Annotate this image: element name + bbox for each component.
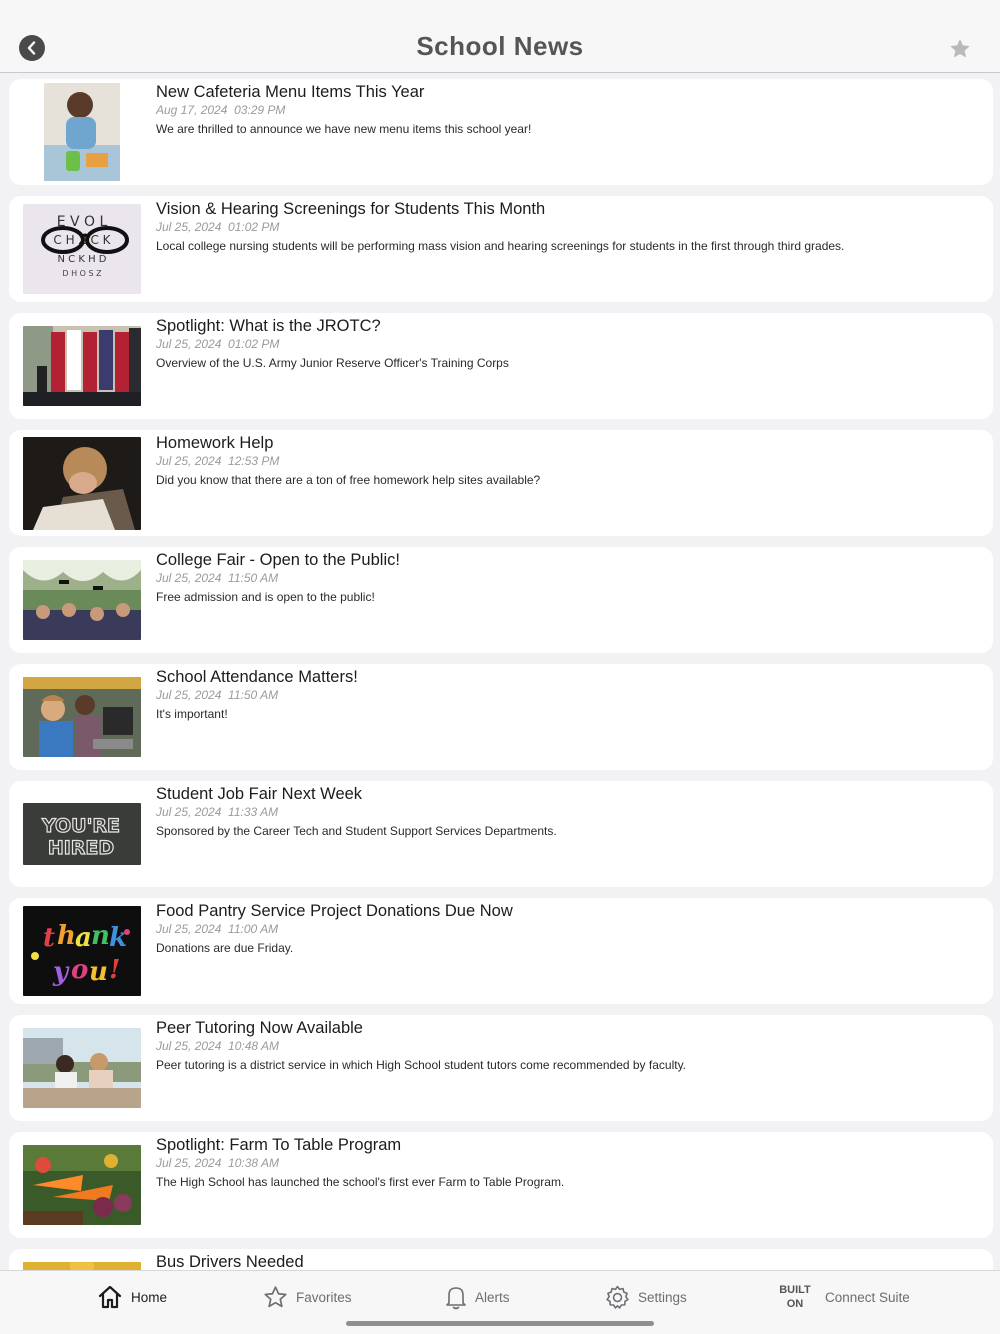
svg-text:y: y	[52, 957, 70, 987]
news-title: School Attendance Matters!	[156, 668, 358, 686]
svg-text:a: a	[75, 923, 92, 953]
page-title: School News	[416, 31, 584, 61]
eye-chart-photo: E V O L C H Z C K N C K H D D H O S Z	[23, 204, 141, 294]
news-item[interactable]: YOU'RE HIRED Student Job Fair Next Week …	[9, 781, 993, 887]
news-description: Donations are due Friday.	[156, 941, 294, 955]
svg-text:h: h	[57, 921, 76, 951]
svg-text:t: t	[43, 923, 55, 953]
news-title: College Fair - Open to the Public!	[156, 551, 400, 569]
news-item[interactable]: Spotlight: What is the JROTC? Jul 25, 20…	[9, 313, 993, 419]
news-description: Sponsored by the Career Tech and Student…	[156, 824, 557, 838]
news-date: Jul 25, 2024 01:02 PM	[156, 220, 280, 234]
news-date: Jul 25, 2024 11:33 AM	[156, 805, 279, 819]
cafeteria-photo	[44, 83, 120, 181]
nav-header: School News	[0, 0, 1000, 73]
tab-settings-label: Settings	[638, 1289, 687, 1305]
news-title: Homework Help	[156, 434, 274, 452]
news-title: Student Job Fair Next Week	[156, 785, 363, 803]
news-item[interactable]: College Fair - Open to the Public! Jul 2…	[9, 547, 993, 653]
tutoring-photo	[23, 1028, 141, 1108]
tab-settings[interactable]: Settings	[605, 1283, 687, 1311]
gear-icon	[606, 1285, 629, 1309]
svg-text:u: u	[89, 957, 108, 987]
svg-text:D H O S Z: D H O S Z	[62, 269, 102, 278]
news-description: Local college nursing students will be p…	[156, 239, 845, 253]
svg-text:n: n	[91, 921, 110, 951]
built-on-label: BUILT ON	[779, 1284, 811, 1310]
news-date: Aug 17, 2024 03:29 PM	[156, 103, 286, 117]
news-date: Jul 25, 2024 10:48 AM	[156, 1039, 279, 1053]
news-item[interactable]: New Cafeteria Menu Items This Year Aug 1…	[9, 79, 993, 185]
news-item[interactable]: t h a n k y o u ! Food Pantry Service Pr…	[9, 898, 993, 1004]
news-item[interactable]: E V O L C H Z C K N C K H D D H O S Z Vi…	[9, 196, 993, 302]
news-item[interactable]: Bus Drivers Needed	[9, 1249, 993, 1270]
news-description: The High School has launched the school'…	[156, 1175, 565, 1189]
tab-home-label: Home	[131, 1289, 168, 1305]
svg-text:o: o	[71, 955, 88, 985]
star-outline-icon	[264, 1285, 287, 1307]
home-indicator	[346, 1321, 654, 1326]
tab-favorites[interactable]: Favorites	[263, 1283, 352, 1311]
news-title: New Cafeteria Menu Items This Year	[156, 83, 425, 101]
news-title: Food Pantry Service Project Donations Du…	[156, 902, 513, 920]
tab-home[interactable]: Home	[97, 1283, 167, 1311]
star-icon	[950, 39, 970, 58]
svg-text:N C K H D: N C K H D	[58, 254, 107, 265]
news-description: It's important!	[156, 707, 228, 721]
tab-favorites-label: Favorites	[296, 1289, 352, 1305]
tab-connect-suite-label: Connect Suite	[825, 1289, 910, 1305]
tab-connect-suite[interactable]: BUILT ON Connect Suite	[779, 1283, 910, 1311]
vegetables-photo	[23, 1145, 141, 1225]
classroom-photo	[23, 677, 141, 757]
news-date: Jul 25, 2024 01:02 PM	[156, 337, 280, 351]
graduation-photo	[23, 560, 141, 640]
tab-alerts[interactable]: Alerts	[445, 1283, 510, 1311]
bell-icon	[446, 1286, 466, 1309]
news-description: Free admission and is open to the public…	[156, 590, 375, 604]
home-icon	[98, 1285, 122, 1309]
news-item[interactable]: Homework Help Jul 25, 2024 12:53 PM Did …	[9, 430, 993, 536]
svg-text:k: k	[109, 923, 127, 953]
news-title: Bus Drivers Needed	[156, 1253, 304, 1270]
news-description: Overview of the U.S. Army Junior Reserve…	[156, 356, 509, 370]
news-title: Spotlight: What is the JROTC?	[156, 317, 381, 335]
news-date: Jul 25, 2024 11:50 AM	[156, 571, 279, 585]
chalkboard-photo: YOU'RE HIRED	[23, 803, 141, 865]
news-description: Peer tutoring is a district service in w…	[156, 1058, 687, 1072]
news-date: Jul 25, 2024 11:50 AM	[156, 688, 279, 702]
news-title: Spotlight: Farm To Table Program	[156, 1136, 402, 1154]
news-item[interactable]: Peer Tutoring Now Available Jul 25, 2024…	[9, 1015, 993, 1121]
news-description: Did you know that there are a ton of fre…	[156, 473, 541, 487]
news-list[interactable]: New Cafeteria Menu Items This Year Aug 1…	[9, 79, 993, 1270]
news-date: Jul 25, 2024 10:38 AM	[156, 1156, 279, 1170]
flags-photo	[23, 326, 141, 406]
thank-you-photo: t h a n k y o u !	[23, 906, 141, 996]
news-item[interactable]: School Attendance Matters! Jul 25, 2024 …	[9, 664, 993, 770]
homework-photo	[23, 437, 141, 530]
news-title: Peer Tutoring Now Available	[156, 1019, 363, 1037]
news-item[interactable]: Spotlight: Farm To Table Program Jul 25,…	[9, 1132, 993, 1238]
news-description: We are thrilled to announce we have new …	[156, 122, 532, 136]
chalk-text-line2: HIRED	[48, 837, 114, 859]
svg-text:!: !	[109, 955, 120, 985]
tab-alerts-label: Alerts	[475, 1289, 510, 1305]
favorite-star-button[interactable]	[948, 37, 972, 61]
chalk-text-line1: YOU'RE	[41, 815, 120, 837]
news-title: Vision & Hearing Screenings for Students…	[156, 200, 546, 218]
news-date: Jul 25, 2024 11:00 AM	[156, 922, 279, 936]
bus-photo	[23, 1262, 141, 1270]
news-date: Jul 25, 2024 12:53 PM	[156, 454, 280, 468]
